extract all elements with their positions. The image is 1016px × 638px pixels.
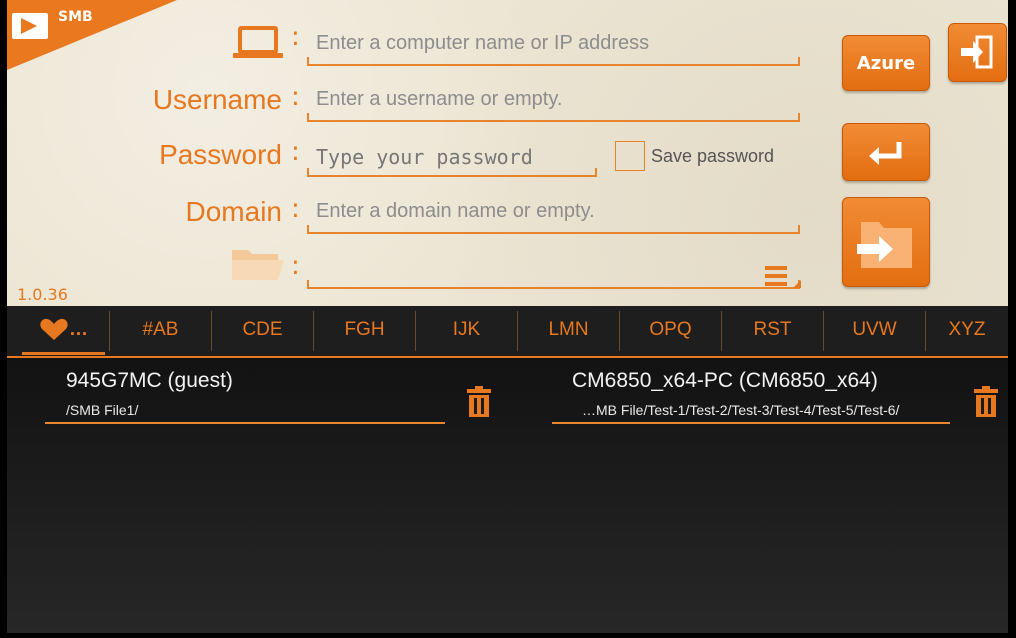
smb-screen: SMB : Enter a computer name or IP addres…: [7, 0, 1008, 633]
username-field[interactable]: Enter a username or empty.: [307, 86, 800, 122]
tab-ijk[interactable]: IJK: [416, 306, 517, 356]
azure-button[interactable]: Azure: [842, 35, 930, 91]
domain-field[interactable]: Enter a domain name or empty.: [307, 198, 800, 234]
heart-icon: [40, 318, 68, 340]
enter-icon: [869, 142, 902, 165]
exit-button[interactable]: [948, 23, 1007, 82]
list-item[interactable]: 945G7MC (guest) /SMB File1/: [45, 364, 445, 426]
active-tab-indicator: [22, 352, 105, 355]
app-corner-label: SMB: [58, 9, 93, 25]
exit-icon: [961, 35, 993, 69]
alphabet-tab-bar: … #AB CDE FGH IJK LMN OPQ RST UVW XYZ: [7, 306, 1008, 358]
username-label: Username: [152, 84, 282, 115]
version-label: 1.0.36: [17, 285, 68, 304]
entry-underline: [552, 422, 950, 424]
entry-path: …MB File/Test-1/Test-2/Test-3/Test-4/Tes…: [582, 402, 900, 418]
username-colon: :: [291, 82, 300, 112]
entry-underline: [45, 422, 445, 424]
tab-xyz[interactable]: XYZ: [926, 306, 1008, 356]
tab-uvw[interactable]: UVW: [824, 306, 925, 356]
domain-placeholder: Enter a domain name or empty.: [316, 200, 595, 222]
password-colon: :: [291, 137, 300, 167]
list-item[interactable]: CM6850_x64-PC (CM6850_x64) …MB File/Test…: [552, 364, 950, 426]
computer-colon: :: [291, 22, 300, 52]
favorites-list: 945G7MC (guest) /SMB File1/ CM6850_x64-P…: [7, 358, 1008, 633]
connection-form-panel: SMB : Enter a computer name or IP addres…: [7, 0, 1008, 306]
tab-opq[interactable]: OPQ: [620, 306, 721, 356]
password-label: Password: [159, 139, 282, 170]
enter-button[interactable]: [842, 123, 930, 181]
entry-path: /SMB File1/: [66, 402, 139, 418]
save-password-checkbox[interactable]: [615, 141, 645, 171]
azure-button-label: Azure: [856, 53, 916, 74]
tab-cde[interactable]: CDE: [212, 306, 313, 356]
share-path-field[interactable]: [307, 253, 800, 289]
tab-rst[interactable]: RST: [722, 306, 823, 356]
tab-ab[interactable]: #AB: [110, 306, 211, 356]
password-placeholder: Type your password: [316, 145, 533, 169]
menu-icon[interactable]: [763, 264, 803, 290]
password-field[interactable]: Type your password: [307, 141, 597, 177]
favorites-ellipsis: …: [69, 319, 88, 340]
domain-colon: :: [291, 194, 300, 224]
tab-favorites[interactable]: …: [22, 306, 105, 356]
folder-colon: :: [291, 251, 300, 281]
computer-field[interactable]: Enter a computer name or IP address: [307, 30, 800, 66]
delete-entry-2-icon[interactable]: [972, 386, 1000, 422]
save-password-label: Save password: [651, 146, 775, 166]
domain-label: Domain: [185, 196, 282, 227]
username-placeholder: Enter a username or empty.: [316, 88, 563, 110]
tab-lmn[interactable]: LMN: [518, 306, 619, 356]
entry-title: CM6850_x64-PC (CM6850_x64): [572, 369, 878, 392]
folder-icon: [230, 246, 286, 282]
entry-title: 945G7MC (guest): [66, 369, 233, 392]
computer-icon: [232, 26, 284, 60]
connect-button[interactable]: [842, 197, 930, 287]
tab-fgh[interactable]: FGH: [314, 306, 415, 356]
connect-folder-icon: [857, 222, 912, 268]
delete-entry-1-icon[interactable]: [465, 386, 493, 422]
computer-placeholder: Enter a computer name or IP address: [316, 32, 650, 54]
smb-arrow-icon: [12, 13, 48, 39]
